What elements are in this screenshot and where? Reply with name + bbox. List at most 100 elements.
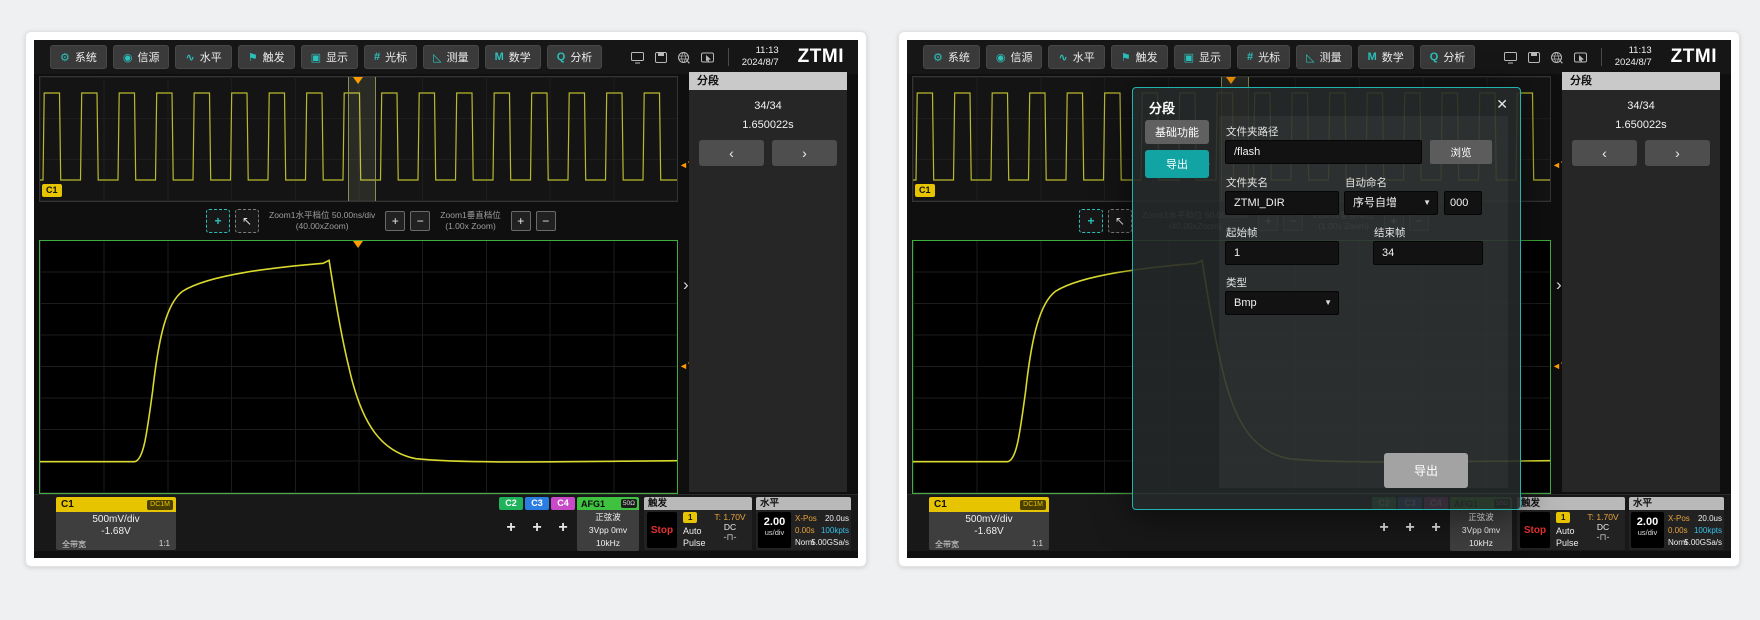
- channel-box-c2[interactable]: C2+: [499, 497, 523, 550]
- menu-button-cursor[interactable]: #光标: [364, 45, 417, 69]
- c1-probe: 1:1: [1032, 539, 1043, 550]
- browse-button[interactable]: 浏览: [1430, 140, 1492, 164]
- menu-button-system[interactable]: ⚙系统: [50, 45, 107, 69]
- segment-prev-button[interactable]: ‹: [1572, 140, 1637, 166]
- segment-timestamp: 1.650022s: [1562, 119, 1720, 131]
- menu-button-display[interactable]: ▣显示: [301, 45, 358, 69]
- horizontal-section[interactable]: 水平 2.00us/div X-Pos 0.00s Norm 20.0us 10…: [1629, 497, 1724, 550]
- measure-icon: ◺: [1306, 51, 1314, 64]
- dialog-content: 文件夹路径 浏览 文件夹名 自动命名 序号自增▼ 起始帧 结束帧 类型 Bmp▼…: [1219, 116, 1508, 488]
- pan-tool-icon[interactable]: +: [1079, 209, 1103, 233]
- start-frame-input[interactable]: [1225, 241, 1339, 265]
- afg-box[interactable]: AFG150Ω 正弦波 3Vpp 0mv 10kHz: [577, 497, 639, 550]
- timebase-scale: 2.00us/div: [758, 512, 791, 548]
- horizontal-section[interactable]: 水平 2.00us/div X-Pos 0.00s Norm 20.0us 10…: [756, 497, 851, 550]
- waveform-column: C1 ◄T + ↖ Zoom1水平档位 50.00ns/div (40.00xZ…: [39, 76, 699, 494]
- tab-export[interactable]: 导出: [1145, 150, 1209, 178]
- select-tool-icon[interactable]: ↖: [1108, 209, 1132, 233]
- overview-strip[interactable]: C1: [39, 76, 678, 202]
- panel-expand-chevron[interactable]: ›: [683, 276, 689, 293]
- menu-button-math[interactable]: M数学: [1358, 45, 1414, 69]
- segment-panel: 分段 34/34 1.650022s ‹ ›: [1562, 72, 1720, 492]
- type-dropdown[interactable]: Bmp▼: [1225, 291, 1339, 315]
- menu-button-analyze[interactable]: Q分析: [547, 45, 603, 69]
- menu-button-system[interactable]: ⚙系统: [923, 45, 980, 69]
- menu-button-trigger[interactable]: ⚑触发: [1111, 45, 1168, 69]
- panel-expand-chevron[interactable]: ›: [1556, 276, 1562, 293]
- segment-next-button[interactable]: ›: [772, 140, 837, 166]
- source-icon: ◉: [123, 51, 133, 64]
- storage-icon[interactable]: [1527, 51, 1541, 64]
- trigger-level: T: 1.70V: [1583, 512, 1623, 522]
- trigger-source-badge: 1: [1556, 512, 1570, 523]
- afg-frequency: 10kHz: [577, 537, 639, 550]
- menu-button-trigger[interactable]: ⚑触发: [238, 45, 295, 69]
- trigger-section[interactable]: 触发 Stop 1 Auto Pulse T: 1.70V DC -⊓-: [644, 497, 752, 550]
- c1-bandwidth: 全带宽: [935, 539, 959, 550]
- segment-panel-title: 分段: [1562, 72, 1720, 90]
- menu-button-measure[interactable]: ◺测量: [423, 45, 478, 69]
- channel-box-c4[interactable]: C4+: [551, 497, 575, 550]
- trigger-coupling: DC: [710, 522, 750, 532]
- export-button[interactable]: 导出: [1384, 453, 1468, 488]
- menu-button-cursor[interactable]: #光标: [1237, 45, 1290, 69]
- sample-rate: 5.00GSa/s: [811, 537, 849, 549]
- trigger-section[interactable]: 触发 Stop 1 Auto Pulse T: 1.70V DC -⊓-: [1517, 497, 1625, 550]
- folder-path-input[interactable]: [1225, 140, 1422, 164]
- menu-button-horizontal[interactable]: ∿水平: [175, 45, 231, 69]
- menu-button-source[interactable]: ◉信源: [986, 45, 1043, 69]
- pan-tool-icon[interactable]: +: [206, 209, 230, 233]
- vzoom-plus-button[interactable]: +: [511, 211, 531, 231]
- segment-zoom-window[interactable]: [348, 77, 376, 201]
- touch-icon[interactable]: [700, 51, 715, 64]
- trigger-type: Pulse: [1556, 538, 1582, 548]
- folder-path-label: 文件夹路径: [1226, 124, 1279, 139]
- close-icon[interactable]: ✕: [1496, 95, 1508, 113]
- menu-button-horizontal[interactable]: ∿水平: [1048, 45, 1104, 69]
- menu-button-math[interactable]: M数学: [485, 45, 541, 69]
- folder-name-input[interactable]: [1225, 191, 1339, 215]
- afg-amplitude: 3Vpp 0mv: [1450, 524, 1512, 537]
- trigger-coupling: DC: [1583, 522, 1623, 532]
- afg-waveform: 正弦波: [577, 511, 639, 524]
- cursor-grid-icon: #: [1247, 51, 1253, 63]
- hzoom-minus-button[interactable]: −: [410, 211, 430, 231]
- network-icon[interactable]: [677, 51, 691, 64]
- magnifier-icon: Q: [557, 51, 566, 63]
- channel-box-c1[interactable]: C1DC1M 500mV/div -1.68V 全带宽1:1: [56, 497, 176, 550]
- menu-bar: ⚙系统 ◉信源 ∿水平 ⚑触发 ▣显示 #光标 ◺测量 M数学 Q分析: [34, 40, 858, 74]
- network-icon[interactable]: [1550, 51, 1564, 64]
- display-icon: ▣: [1184, 51, 1194, 64]
- trigger-sweep: Auto: [683, 526, 709, 536]
- segment-export-dialog: 分段 ✕ 基础功能 导出 文件夹路径 浏览 文件夹名 自动命名 序号自增▼ 起始…: [1132, 87, 1521, 510]
- math-icon: M: [1368, 51, 1377, 63]
- select-tool-icon[interactable]: ↖: [235, 209, 259, 233]
- hzoom-plus-button[interactable]: +: [385, 211, 405, 231]
- trigger-sweep: Auto: [1556, 526, 1582, 536]
- gear-icon: ⚙: [60, 51, 70, 64]
- menu-button-analyze[interactable]: Q分析: [1420, 45, 1476, 69]
- channel-box-c1[interactable]: C1DC1M 500mV/div -1.68V 全带宽1:1: [929, 497, 1049, 550]
- end-frame-input[interactable]: [1373, 241, 1483, 265]
- menu-button-display[interactable]: ▣显示: [1174, 45, 1231, 69]
- measure-icon: ◺: [433, 51, 441, 64]
- segment-next-button[interactable]: ›: [1645, 140, 1710, 166]
- segment-panel: 分段 34/34 1.650022s ‹ ›: [689, 72, 847, 492]
- divider: [728, 48, 729, 66]
- touch-icon[interactable]: [1573, 51, 1588, 64]
- menu-buttons: ⚙系统 ◉信源 ∿水平 ⚑触发 ▣显示 #光标 ◺测量 M数学 Q分析: [50, 45, 602, 69]
- monitor-icon[interactable]: [1503, 51, 1518, 64]
- storage-icon[interactable]: [654, 51, 668, 64]
- status-icons: 11:13 2024/8/7 ZTMI: [630, 45, 850, 69]
- monitor-icon[interactable]: [630, 51, 645, 64]
- zoom-toolbar: + ↖ Zoom1水平档位 50.00ns/div (40.00xZoom) +…: [39, 208, 676, 234]
- auto-name-dropdown[interactable]: 序号自增▼: [1344, 191, 1438, 215]
- menu-button-source[interactable]: ◉信源: [113, 45, 170, 69]
- auto-name-number-input[interactable]: [1444, 191, 1482, 215]
- tab-basic-functions[interactable]: 基础功能: [1145, 120, 1209, 144]
- main-waveform[interactable]: C1: [39, 240, 678, 494]
- channel-box-c3[interactable]: C3+: [525, 497, 549, 550]
- segment-prev-button[interactable]: ‹: [699, 140, 764, 166]
- menu-button-measure[interactable]: ◺测量: [1296, 45, 1351, 69]
- vzoom-minus-button[interactable]: −: [536, 211, 556, 231]
